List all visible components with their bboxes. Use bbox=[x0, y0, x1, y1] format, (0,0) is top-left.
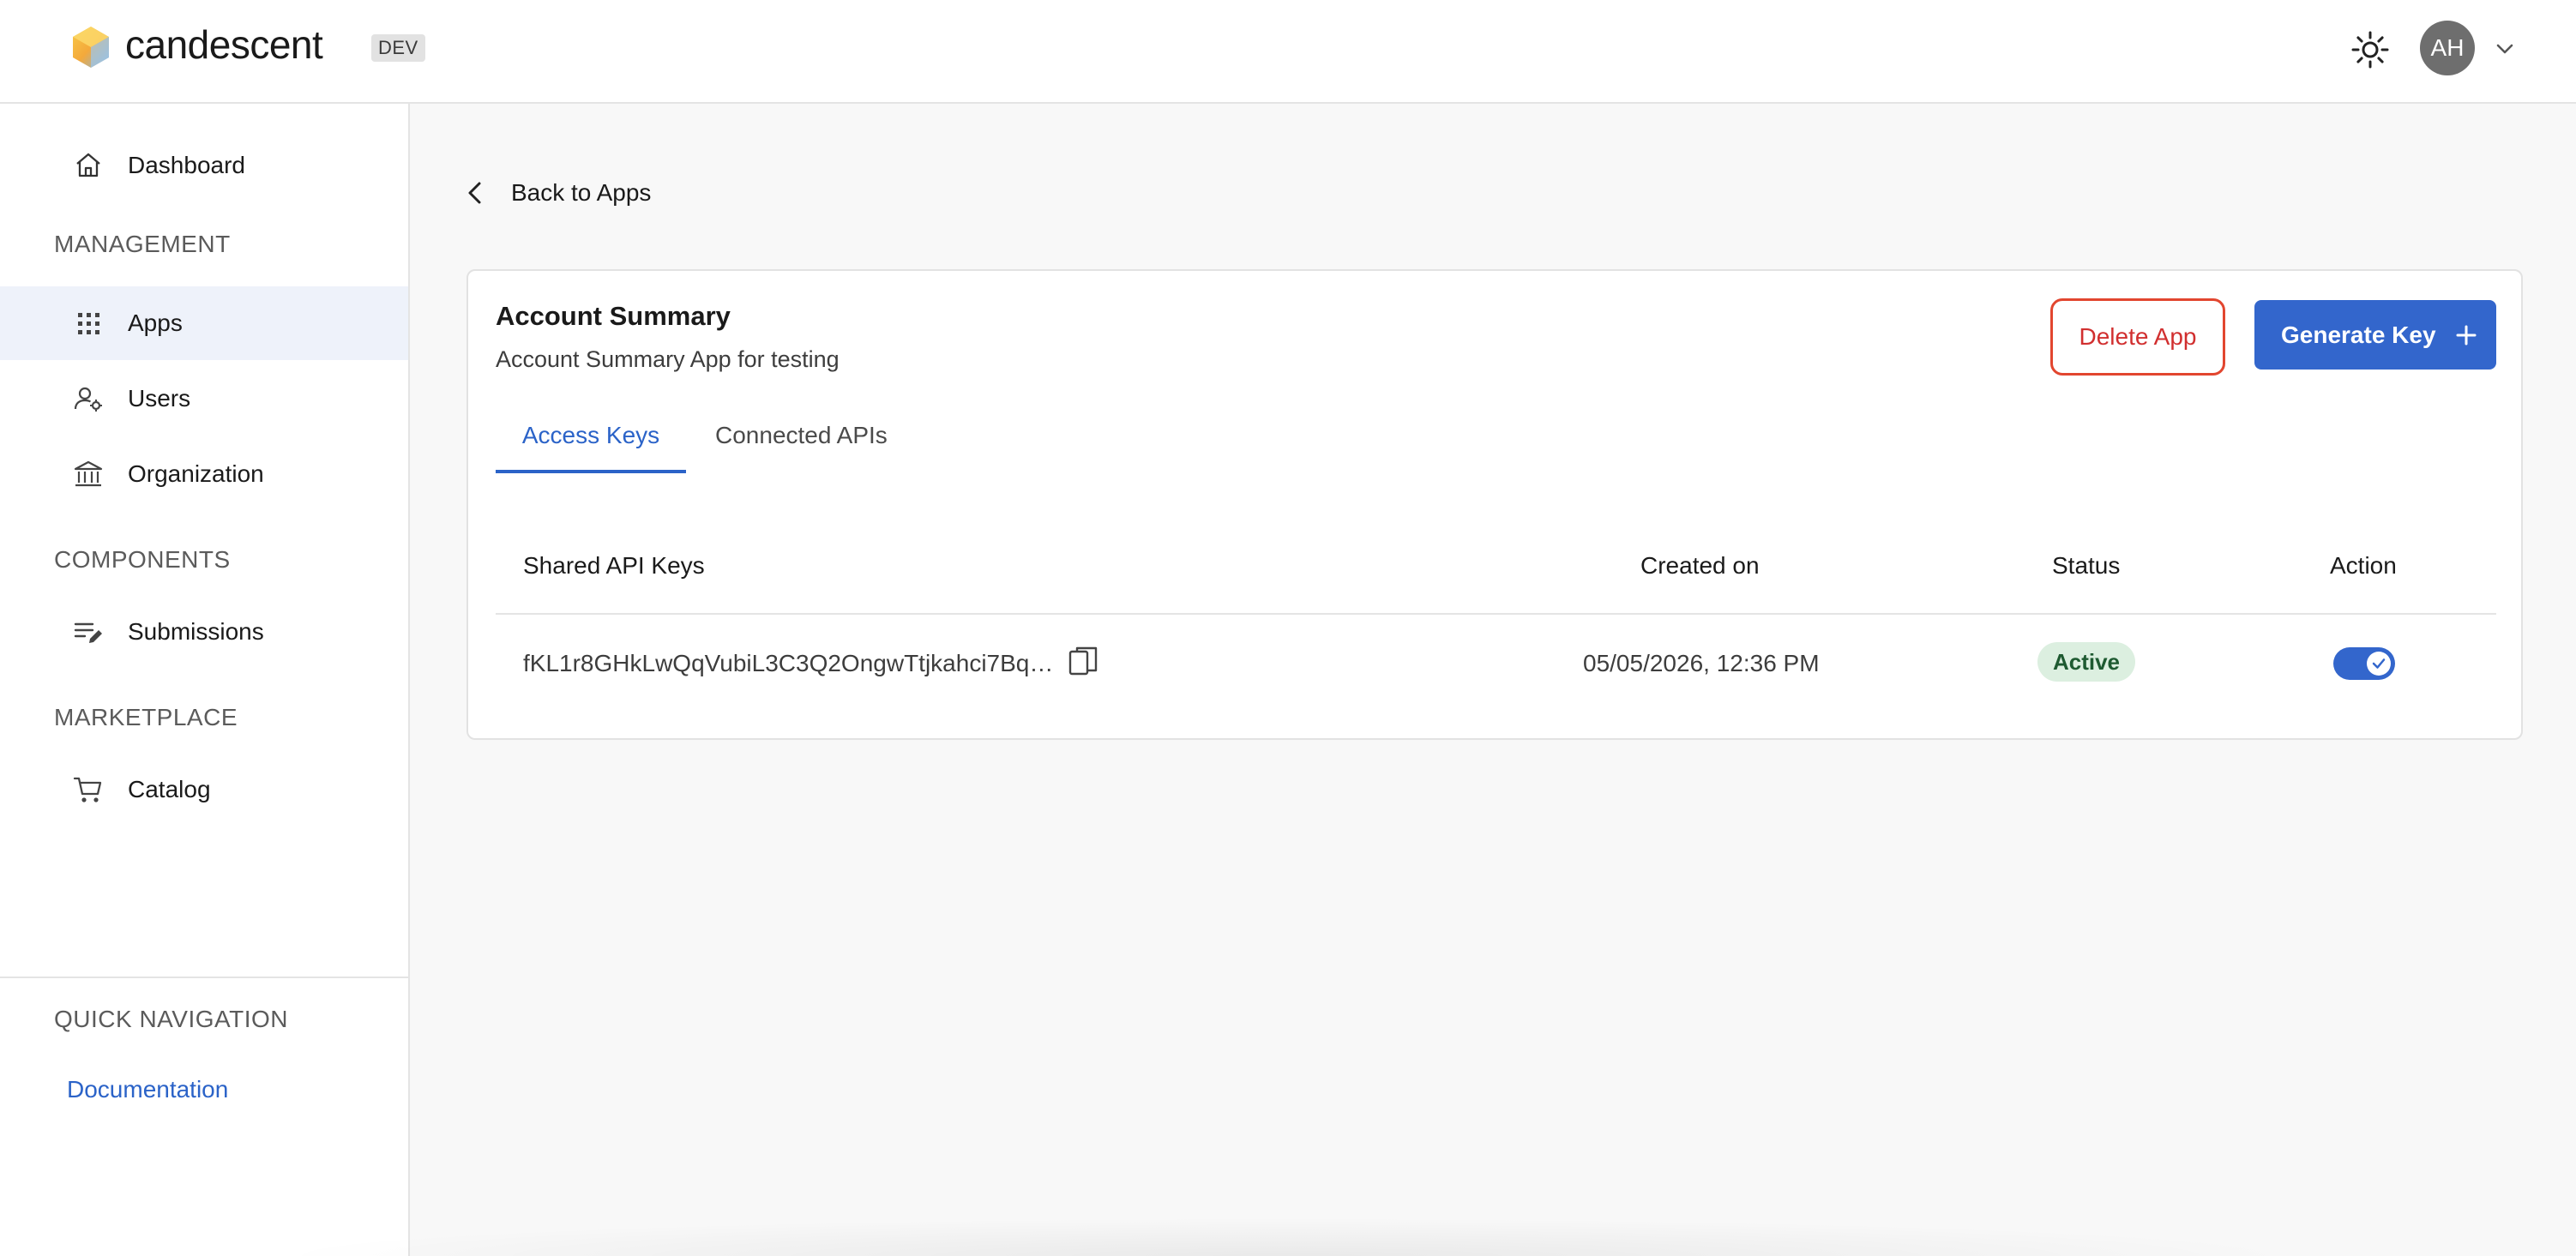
back-link-label: Back to Apps bbox=[511, 179, 652, 206]
sidebar-item-label: Submissions bbox=[128, 618, 264, 645]
edit-list-icon bbox=[74, 622, 102, 643]
section-title-marketplace: MARKETPLACE bbox=[54, 704, 238, 730]
section-title-components: COMPONENTS bbox=[54, 546, 231, 573]
check-icon bbox=[2372, 658, 2386, 669]
app-root: candescent DEV AH Dashboard MANAGEMENT A… bbox=[0, 0, 2576, 1256]
tab-access-keys[interactable]: Access Keys bbox=[496, 398, 686, 473]
generate-key-button[interactable]: Generate Key bbox=[2254, 300, 2496, 370]
sidebar-item-label: Organization bbox=[128, 460, 264, 487]
status-badge: Active bbox=[2037, 642, 2135, 682]
sidebar-item-label: Catalog bbox=[128, 776, 211, 802]
env-badge: DEV bbox=[371, 34, 425, 62]
top-header: candescent DEV AH bbox=[0, 0, 2576, 104]
api-key-value: fKL1r8GHkLwQqVubiL3C3Q2OngwTtjkahci7Bq… bbox=[523, 650, 1054, 676]
home-icon bbox=[76, 153, 100, 177]
bottom-shadow bbox=[257, 1217, 2315, 1256]
created-on-value: 05/05/2026, 12:36 PM bbox=[1583, 650, 1820, 676]
column-header-shared-api-keys: Shared API Keys bbox=[523, 552, 705, 579]
copy-icon[interactable] bbox=[1067, 645, 1099, 681]
section-title-quick-navigation: QUICK NAVIGATION bbox=[54, 1006, 288, 1032]
bank-building-icon bbox=[74, 460, 103, 487]
column-header-action: Action bbox=[2330, 552, 2397, 579]
column-header-created-on: Created on bbox=[1640, 552, 1760, 579]
shopping-cart-icon bbox=[73, 777, 102, 802]
documentation-link[interactable]: Documentation bbox=[67, 1076, 228, 1103]
table-header-divider bbox=[496, 613, 2496, 615]
delete-app-button[interactable]: Delete App bbox=[2050, 298, 2225, 376]
chevron-down-icon[interactable] bbox=[2494, 38, 2516, 60]
back-to-apps-link[interactable]: Back to Apps bbox=[463, 171, 651, 214]
sidebar-item-apps[interactable]: Apps bbox=[0, 286, 408, 360]
app-detail-card: Account Summary Account Summary App for … bbox=[466, 269, 2523, 740]
toggle-knob bbox=[2367, 652, 2391, 676]
sidebar-item-label: Users bbox=[128, 385, 191, 412]
sidebar-item-label: Apps bbox=[128, 309, 183, 336]
column-header-status: Status bbox=[2052, 552, 2121, 579]
tab-connected-apis[interactable]: Connected APIs bbox=[715, 398, 888, 473]
sidebar-item-organization[interactable]: Organization bbox=[0, 437, 408, 511]
chevron-left-icon bbox=[468, 182, 481, 204]
plus-icon bbox=[2456, 325, 2477, 345]
sidebar: Dashboard MANAGEMENT Apps Users Organiza… bbox=[0, 104, 410, 1256]
sun-icon[interactable] bbox=[2350, 29, 2391, 70]
app-title: Account Summary bbox=[496, 301, 731, 331]
generate-key-label: Generate Key bbox=[2281, 321, 2436, 348]
grid-apps-icon bbox=[78, 313, 99, 334]
sidebar-divider bbox=[0, 977, 408, 978]
section-title-management: MANAGEMENT bbox=[54, 231, 231, 257]
sidebar-item-dashboard[interactable]: Dashboard bbox=[0, 129, 408, 202]
key-enabled-toggle[interactable] bbox=[2333, 647, 2395, 680]
sidebar-item-users[interactable]: Users bbox=[0, 362, 408, 436]
sidebar-item-label: Dashboard bbox=[128, 152, 245, 178]
sidebar-item-submissions[interactable]: Submissions bbox=[0, 595, 408, 669]
sidebar-item-catalog[interactable]: Catalog bbox=[0, 753, 408, 826]
app-description: Account Summary App for testing bbox=[496, 346, 840, 372]
brand-name: candescent bbox=[125, 22, 323, 67]
user-settings-icon bbox=[74, 387, 102, 412]
candescent-logo-icon bbox=[73, 27, 109, 68]
user-avatar[interactable]: AH bbox=[2420, 21, 2475, 75]
